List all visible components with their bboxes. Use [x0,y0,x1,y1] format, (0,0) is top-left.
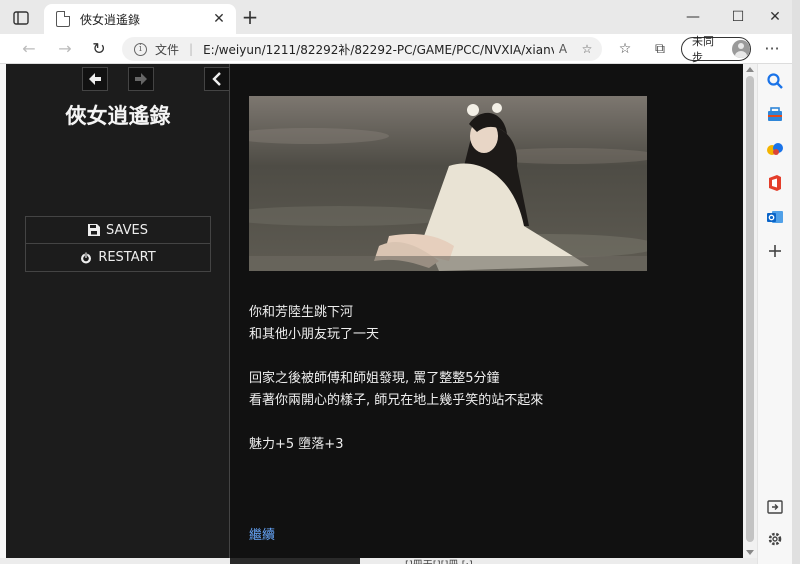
sidebar-collapse-button[interactable] [204,67,230,91]
minimize-icon[interactable]: — [680,6,706,28]
sync-label: 未同步 [692,35,714,64]
shopping-icon[interactable] [766,106,784,124]
collections-icon[interactable]: ⧉ [650,39,670,59]
page-viewport: 俠女逍遙錄 SAVES RESTART 你和芳陸生跳下河 和其他小朋友玩了一天 … [6,64,743,558]
read-aloud-icon[interactable]: A [554,42,572,56]
tab-actions-icon[interactable] [10,8,32,28]
story-sidebar: 俠女逍遙錄 SAVES RESTART [6,64,230,558]
saves-button[interactable]: SAVES [25,216,211,244]
scroll-thumb[interactable] [746,76,754,542]
history-forward-button[interactable] [128,67,154,91]
add-icon[interactable] [766,242,784,260]
more-menu-icon[interactable]: ··· [762,39,782,59]
maximize-icon[interactable]: ☐ [725,6,751,28]
arrow-left-icon [89,73,101,85]
passage-line: 看著你兩開心的樣子, 師兄在地上幾乎笑的站不起來 [249,393,544,408]
address-url[interactable]: E:/weiyun/1211/82292补/82292-PC/GAME/PCC/… [203,41,554,58]
passage-gap [249,346,669,368]
info-icon[interactable]: i [134,42,147,56]
background-window-text: []冊天[][]冊 [:] [405,556,473,564]
passage-line: 回家之後被師傅和師姐發現, 罵了整整5分鐘 [249,371,500,386]
document-icon [56,11,70,27]
scroll-down-icon[interactable] [746,550,754,555]
new-tab-icon[interactable]: + [240,7,260,28]
favorites-icon[interactable]: ☆ [615,39,635,59]
outlook-icon[interactable] [766,208,784,226]
avatar-icon [732,40,750,58]
address-bar[interactable]: i 文件 | E:/weiyun/1211/82292补/82292-PC/GA… [122,37,602,61]
restart-label: RESTART [98,250,156,265]
refresh-icon[interactable]: ↻ [88,38,110,60]
passage-gap [249,412,669,434]
taskbar-strip [0,558,757,564]
profile-sync-button[interactable]: 未同步 [681,35,751,64]
address-label: 文件 [155,42,180,57]
edge-sidebar [757,64,792,564]
taskbar-dark-segment [230,558,360,564]
restart-button[interactable]: RESTART [25,244,211,272]
page-scrollbar[interactable] [743,64,757,558]
stats-line: 魅力+5 墮落+3 [249,437,344,452]
passage-text: 你和芳陸生跳下河 和其他小朋友玩了一天 回家之後被師傅和師姐發現, 罵了整整5分… [249,302,669,456]
gear-icon[interactable] [766,530,784,548]
address-separator: | [189,42,194,56]
search-icon[interactable] [766,72,784,90]
close-tab-icon[interactable]: ✕ [210,10,228,28]
title-bar: 俠女逍遙錄 ✕ + — ☐ ✕ [0,0,800,34]
browser-toolbar: ← → ↻ i 文件 | E:/weiyun/1211/82292补/82292… [0,34,800,64]
forward-icon[interactable]: → [54,38,76,60]
office-icon[interactable] [766,174,784,192]
games-icon[interactable] [766,140,784,158]
desktop-edge [792,0,800,564]
chevron-left-icon [212,72,221,86]
floppy-disk-icon [88,224,101,236]
scroll-up-icon[interactable] [746,67,754,72]
add-favorite-icon[interactable]: ☆ [578,42,596,56]
saves-label: SAVES [106,222,148,238]
close-window-icon[interactable]: ✕ [762,6,788,28]
history-back-button[interactable] [82,67,108,91]
power-icon [80,251,92,264]
scene-image [249,96,647,271]
hide-sidebar-icon[interactable] [766,498,784,516]
browser-window: 俠女逍遙錄 ✕ + — ☐ ✕ ← → ↻ i 文件 | E:/weiyun/1… [0,0,800,564]
back-icon[interactable]: ← [18,38,40,60]
passage-line: 和其他小朋友玩了一天 [249,327,380,342]
tab-title: 俠女逍遙錄 [80,12,141,27]
arrow-right-icon [135,73,147,85]
story-passage: 你和芳陸生跳下河 和其他小朋友玩了一天 回家之後被師傅和師姐發現, 罵了整整5分… [249,96,669,456]
story-menu: SAVES RESTART [25,216,211,272]
browser-tab[interactable]: 俠女逍遙錄 ✕ [44,4,236,34]
story-title: 俠女逍遙錄 [65,103,171,128]
continue-link[interactable]: 繼續 [249,524,275,543]
passage-line: 你和芳陸生跳下河 [249,305,354,320]
